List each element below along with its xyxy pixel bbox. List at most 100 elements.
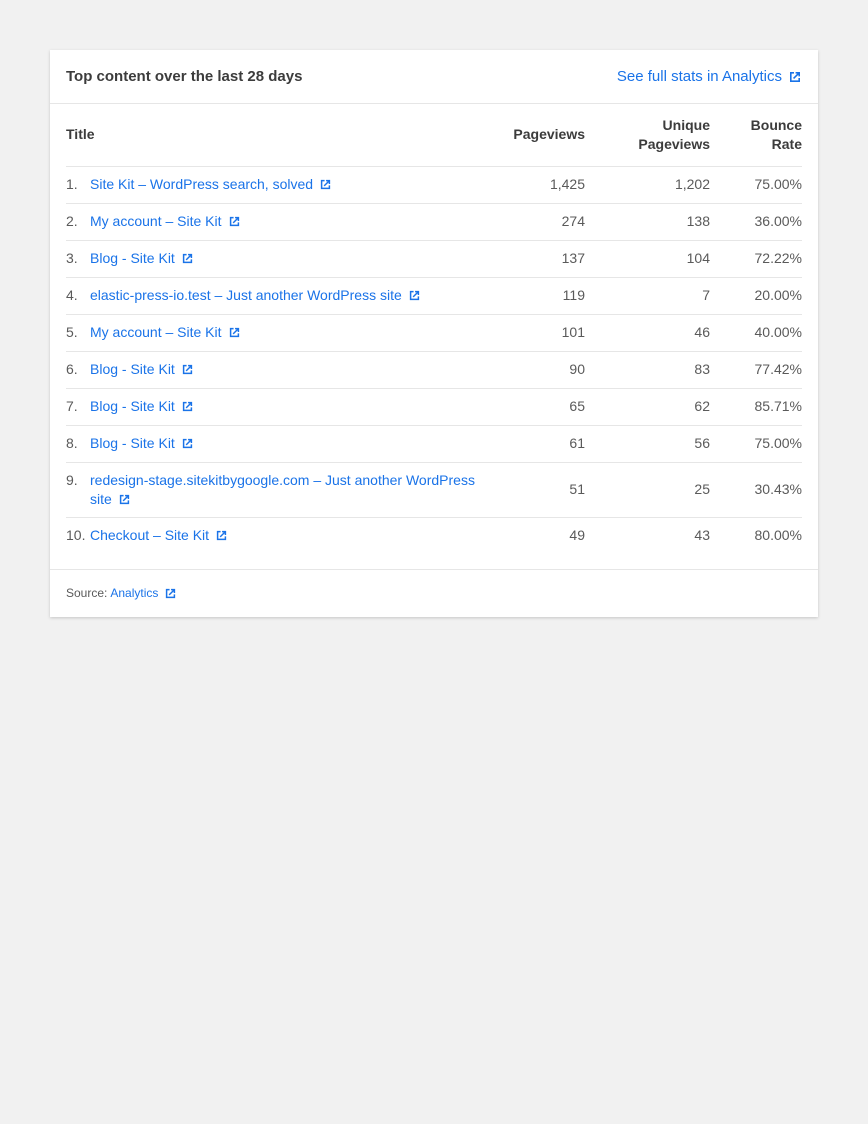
external-link-icon [118, 493, 131, 506]
bounce-rate-cell: 36.00% [710, 203, 802, 241]
pageviews-cell: 49 [569, 527, 585, 543]
row-title-wrap: Checkout – Site Kit [90, 526, 228, 545]
table-row: 1. Site Kit – WordPress search, solved 1,4… [66, 166, 802, 204]
table-row: 7. Blog - Site Kit 65 62 85.71% [66, 388, 802, 426]
row-rank: 4. [66, 287, 78, 303]
row-rank: 2. [66, 213, 78, 229]
external-link-icon [181, 437, 194, 450]
title-cell: 8. Blog - Site Kit [66, 425, 486, 463]
title-cell: 4. elastic-press-io.test – Just another W… [66, 277, 486, 315]
bounce-rate-cell: 75.00% [710, 166, 802, 204]
unique-pageviews-cell: 138 [585, 203, 710, 241]
pageviews-cell: 137 [486, 240, 585, 278]
see-full-stats-label: See full stats in Analytics [616, 68, 782, 85]
column-header-title[interactable]: Title [66, 104, 486, 167]
table-row: 9. redesign-stage.sitekitbygoogle.com – J… [66, 462, 802, 518]
row-title-label: My account – Site Kit [90, 324, 222, 340]
bounce-rate-cell: 40.00% [710, 314, 802, 352]
top-content-card: Top content over the last 28 days See fu… [50, 50, 818, 617]
row-title-link[interactable]: My account – Site Kit [90, 213, 241, 229]
column-header-bounce-rate[interactable]: Bounce Rate [710, 104, 802, 167]
row-title-label: Blog - Site Kit [90, 250, 175, 266]
column-header-unique-line2: Pageviews [638, 135, 710, 152]
table-row: 10. Checkout – Site Kit 49 43 80.00% [66, 517, 802, 554]
unique-pageviews-cell: 104 [585, 240, 710, 278]
row-title-link[interactable]: Blog - Site Kit [90, 398, 194, 414]
pageviews-cell: 1,425 [486, 166, 585, 204]
unique-pageviews-cell: 62 [585, 388, 710, 426]
column-header-pageviews[interactable]: Pageviews [486, 104, 585, 167]
external-link-icon [164, 587, 177, 600]
card-header: Top content over the last 28 days See fu… [50, 50, 818, 104]
external-link-icon [408, 289, 421, 302]
row-title-link[interactable]: Blog - Site Kit [90, 250, 194, 266]
row-title-wrap: Blog - Site Kit [90, 397, 194, 416]
pageviews-cell: 51 [486, 462, 585, 518]
external-link-icon [228, 326, 241, 339]
row-title-wrap: Blog - Site Kit [90, 249, 194, 268]
column-header-bounce-line1: Bounce [750, 116, 802, 133]
row-title-label: redesign-stage.sitekitbygoogle.com – Jus… [90, 471, 475, 507]
row-title-label: My account – Site Kit [90, 213, 222, 229]
row-rank: 7. [66, 398, 78, 414]
table-row: 6. Blog - Site Kit 90 83 77.42% [66, 351, 802, 389]
bounce-rate-cell: 85.71% [710, 388, 802, 426]
row-rank: 5. [66, 324, 78, 340]
row-rank: 9. [66, 471, 78, 488]
row-rank: 10. [66, 527, 86, 543]
row-title-wrap: Site Kit – WordPress search, solved [90, 175, 332, 194]
bounce-rate-cell: 77.42% [710, 351, 802, 389]
pageviews-cell: 90 [486, 351, 585, 389]
unique-pageviews-cell: 25 [585, 462, 710, 518]
pageviews-cell: 61 [486, 425, 585, 463]
title-cell: 5. My account – Site Kit [66, 314, 486, 352]
bounce-rate-cell: 80.00% [754, 527, 802, 543]
row-title-label: Blog - Site Kit [90, 361, 175, 377]
title-cell: 1. Site Kit – WordPress search, solved [66, 166, 486, 204]
external-link-icon [181, 252, 194, 265]
card-footer: Source: Analytics [50, 568, 818, 617]
unique-pageviews-cell: 83 [585, 351, 710, 389]
column-header-bounce-line2: Rate [771, 135, 802, 152]
title-cell: 10. Checkout – Site Kit [66, 517, 486, 554]
unique-pageviews-cell: 7 [585, 277, 710, 315]
external-link-icon [215, 529, 228, 542]
unique-pageviews-cell: 46 [585, 314, 710, 352]
table-row: 4. elastic-press-io.test – Just another W… [66, 277, 802, 315]
row-title-wrap: Blog - Site Kit [90, 434, 194, 453]
card-title: Top content over the last 28 days [66, 68, 303, 85]
row-title-link[interactable]: redesign-stage.sitekitbygoogle.com – Jus… [90, 472, 475, 507]
row-title-link[interactable]: My account – Site Kit [90, 324, 241, 340]
title-cell: 9. redesign-stage.sitekitbygoogle.com – J… [66, 462, 486, 518]
row-title-link[interactable]: Checkout – Site Kit [90, 527, 228, 543]
title-cell: 3. Blog - Site Kit [66, 240, 486, 278]
external-link-icon [181, 363, 194, 376]
row-rank: 8. [66, 435, 78, 451]
title-cell: 2. My account – Site Kit [66, 203, 486, 241]
row-title-link[interactable]: Blog - Site Kit [90, 435, 194, 451]
row-rank: 3. [66, 250, 78, 266]
top-content-table: Title Pageviews Unique Pageviews Bounce … [66, 104, 802, 554]
external-link-icon [181, 400, 194, 413]
external-link-icon [788, 70, 802, 84]
row-title-wrap: redesign-stage.sitekitbygoogle.com – Jus… [90, 471, 486, 509]
row-title-wrap: My account – Site Kit [90, 323, 241, 342]
row-title-link[interactable]: Site Kit – WordPress search, solved [90, 176, 332, 192]
see-full-stats-link[interactable]: See full stats in Analytics [617, 68, 802, 85]
row-title-link[interactable]: elastic-press-io.test – Just another Wor… [90, 287, 421, 303]
source-analytics-link[interactable]: Analytics [110, 586, 177, 600]
column-header-unique-pageviews[interactable]: Unique Pageviews [585, 104, 710, 167]
bounce-rate-cell: 20.00% [710, 277, 802, 315]
row-title-link[interactable]: Blog - Site Kit [90, 361, 194, 377]
pageviews-cell: 119 [486, 277, 585, 315]
table-row: 8. Blog - Site Kit 61 56 75.00% [66, 425, 802, 463]
source-link-label: Analytics [110, 586, 159, 600]
row-title-label: Site Kit – WordPress search, solved [90, 176, 314, 192]
external-link-icon [228, 215, 241, 228]
unique-pageviews-cell: 1,202 [585, 166, 710, 204]
table-body: 1. Site Kit – WordPress search, solved 1,4… [66, 166, 802, 554]
unique-pageviews-cell: 56 [585, 425, 710, 463]
table-row: 2. My account – Site Kit 274 138 36.00% [66, 203, 802, 241]
row-title-label: Checkout – Site Kit [90, 527, 210, 543]
table-row: 5. My account – Site Kit 101 46 40.00% [66, 314, 802, 352]
